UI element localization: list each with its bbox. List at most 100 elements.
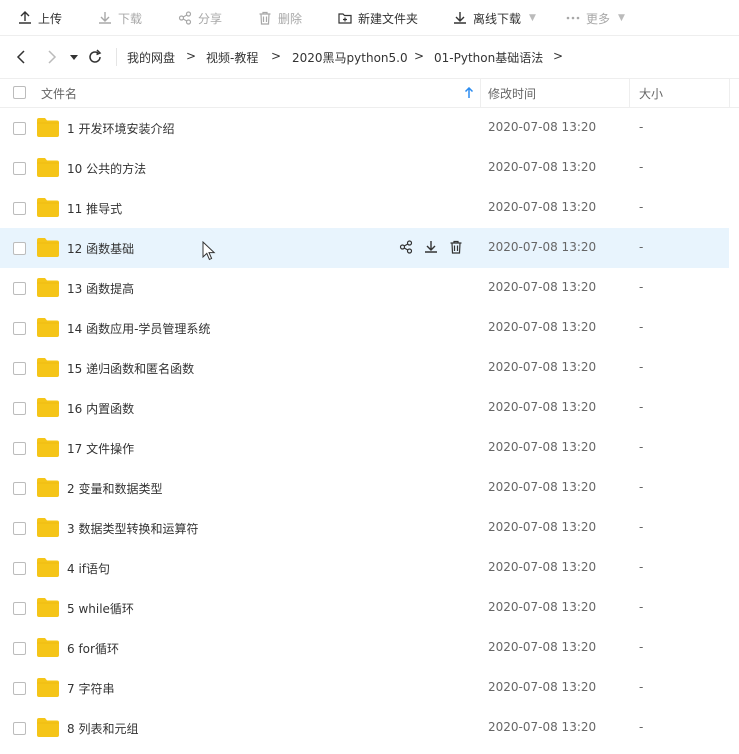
file-name[interactable]: 17 文件操作 [67, 440, 134, 457]
file-name[interactable]: 5 while循环 [67, 600, 134, 617]
refresh-icon[interactable] [87, 49, 103, 65]
row-checkbox[interactable] [13, 482, 26, 495]
file-row[interactable]: 10 公共的方法 2020-07-08 13:20 - [0, 148, 729, 188]
row-checkbox[interactable] [13, 522, 26, 535]
offline-download-icon [454, 12, 466, 24]
file-size: - [639, 560, 644, 574]
file-size: - [639, 280, 644, 294]
row-checkbox[interactable] [13, 682, 26, 695]
forward-icon[interactable] [43, 49, 59, 65]
more-button[interactable]: 更多 ▼ [566, 0, 625, 36]
download-button[interactable]: 下载 [98, 0, 142, 36]
history-dropdown-icon[interactable] [68, 49, 80, 65]
row-checkbox[interactable] [13, 242, 26, 255]
delete-button[interactable]: 删除 [258, 0, 302, 36]
file-name[interactable]: 13 函数提高 [67, 280, 134, 297]
file-name[interactable]: 4 if语句 [67, 560, 110, 577]
back-icon[interactable] [14, 49, 30, 65]
file-name[interactable]: 10 公共的方法 [67, 160, 146, 177]
file-row[interactable]: 1 开发环境安装介绍 2020-07-08 13:20 - [0, 108, 729, 148]
column-header-size[interactable]: 大小 [639, 79, 663, 107]
delete-label: 删除 [278, 11, 303, 26]
file-modified-time: 2020-07-08 13:20 [488, 680, 597, 694]
row-checkbox[interactable] [13, 642, 26, 655]
file-name[interactable]: 11 推导式 [67, 200, 122, 217]
column-divider [480, 79, 481, 107]
row-checkbox[interactable] [13, 122, 26, 135]
row-checkbox[interactable] [13, 322, 26, 335]
row-checkbox[interactable] [13, 402, 26, 415]
row-checkbox[interactable] [13, 602, 26, 615]
file-row[interactable]: 14 函数应用-学员管理系统 2020-07-08 13:20 - [0, 308, 729, 348]
file-row[interactable]: 17 文件操作 2020-07-08 13:20 - [0, 428, 729, 468]
file-name[interactable]: 3 数据类型转换和运算符 [67, 520, 198, 537]
column-header-modified[interactable]: 修改时间 [488, 79, 536, 107]
offline-download-button[interactable]: 离线下载 ▼ [453, 0, 536, 36]
toolbar: 上传 下载 分享 删除 新建文件夹 离线下载 ▼ 更多 ▼ [0, 0, 739, 36]
file-size: - [639, 200, 644, 214]
file-modified-time: 2020-07-08 13:20 [488, 400, 597, 414]
row-checkbox[interactable] [13, 202, 26, 215]
column-divider [729, 79, 730, 107]
file-row[interactable]: 4 if语句 2020-07-08 13:20 - [0, 548, 729, 588]
folder-icon [37, 398, 59, 417]
folder-icon [37, 118, 59, 137]
file-size: - [639, 360, 644, 374]
folder-icon [37, 318, 59, 337]
breadcrumb-separator: > [414, 49, 425, 63]
column-header-name[interactable]: 文件名 [41, 79, 77, 107]
download-icon[interactable] [424, 240, 438, 254]
file-row[interactable]: 8 列表和元组 2020-07-08 13:20 - [0, 708, 729, 748]
row-checkbox[interactable] [13, 282, 26, 295]
row-checkbox[interactable] [13, 162, 26, 175]
file-row[interactable]: 13 函数提高 2020-07-08 13:20 - [0, 268, 729, 308]
row-checkbox[interactable] [13, 562, 26, 575]
file-row[interactable]: 6 for循环 2020-07-08 13:20 - [0, 628, 729, 668]
new-folder-label: 新建文件夹 [358, 11, 419, 26]
file-name[interactable]: 1 开发环境安装介绍 [67, 120, 174, 137]
file-size: - [639, 440, 644, 454]
breadcrumb-python-course[interactable]: 2020黑马python5.0 [292, 49, 408, 66]
file-size: - [639, 400, 644, 414]
file-name[interactable]: 16 内置函数 [67, 400, 134, 417]
nav-divider [116, 48, 117, 66]
file-name[interactable]: 15 递归函数和匿名函数 [67, 360, 194, 377]
trash-icon[interactable] [449, 240, 463, 254]
file-row[interactable]: 15 递归函数和匿名函数 2020-07-08 13:20 - [0, 348, 729, 388]
share-button[interactable]: 分享 [178, 0, 222, 36]
file-size: - [639, 680, 644, 694]
new-folder-button[interactable]: 新建文件夹 [338, 0, 418, 36]
folder-icon [37, 558, 59, 577]
share-icon[interactable] [399, 240, 413, 254]
file-modified-time: 2020-07-08 13:20 [488, 360, 597, 374]
breadcrumb-my-drive[interactable]: 我的网盘 [127, 49, 175, 66]
upload-icon [19, 11, 31, 24]
column-modified-label: 修改时间 [488, 86, 537, 101]
file-modified-time: 2020-07-08 13:20 [488, 120, 597, 134]
folder-icon [37, 358, 59, 377]
row-checkbox[interactable] [13, 362, 26, 375]
file-row[interactable]: 2 变量和数据类型 2020-07-08 13:20 - [0, 468, 729, 508]
file-name[interactable]: 7 字符串 [67, 680, 114, 697]
sort-ascending-icon[interactable] [464, 87, 474, 99]
file-row[interactable]: 12 函数基础 2020-07-08 13:20 - [0, 228, 729, 268]
row-checkbox[interactable] [13, 442, 26, 455]
row-actions [399, 240, 463, 254]
file-name[interactable]: 2 变量和数据类型 [67, 480, 162, 497]
folder-icon [37, 718, 59, 737]
file-name[interactable]: 12 函数基础 [67, 240, 134, 257]
row-checkbox[interactable] [13, 722, 26, 735]
file-row[interactable]: 16 内置函数 2020-07-08 13:20 - [0, 388, 729, 428]
file-row[interactable]: 3 数据类型转换和运算符 2020-07-08 13:20 - [0, 508, 729, 548]
file-row[interactable]: 7 字符串 2020-07-08 13:20 - [0, 668, 729, 708]
file-row[interactable]: 5 while循环 2020-07-08 13:20 - [0, 588, 729, 628]
file-name[interactable]: 8 列表和元组 [67, 720, 138, 737]
file-modified-time: 2020-07-08 13:20 [488, 520, 597, 534]
file-row[interactable]: 11 推导式 2020-07-08 13:20 - [0, 188, 729, 228]
breadcrumb-current-folder[interactable]: 01-Python基础语法 [434, 49, 543, 66]
file-name[interactable]: 6 for循环 [67, 640, 119, 657]
upload-button[interactable]: 上传 [18, 0, 62, 36]
select-all-checkbox[interactable] [13, 86, 26, 99]
breadcrumb-video-tutorials[interactable]: 视频-教程 [206, 49, 258, 66]
file-name[interactable]: 14 函数应用-学员管理系统 [67, 320, 210, 337]
